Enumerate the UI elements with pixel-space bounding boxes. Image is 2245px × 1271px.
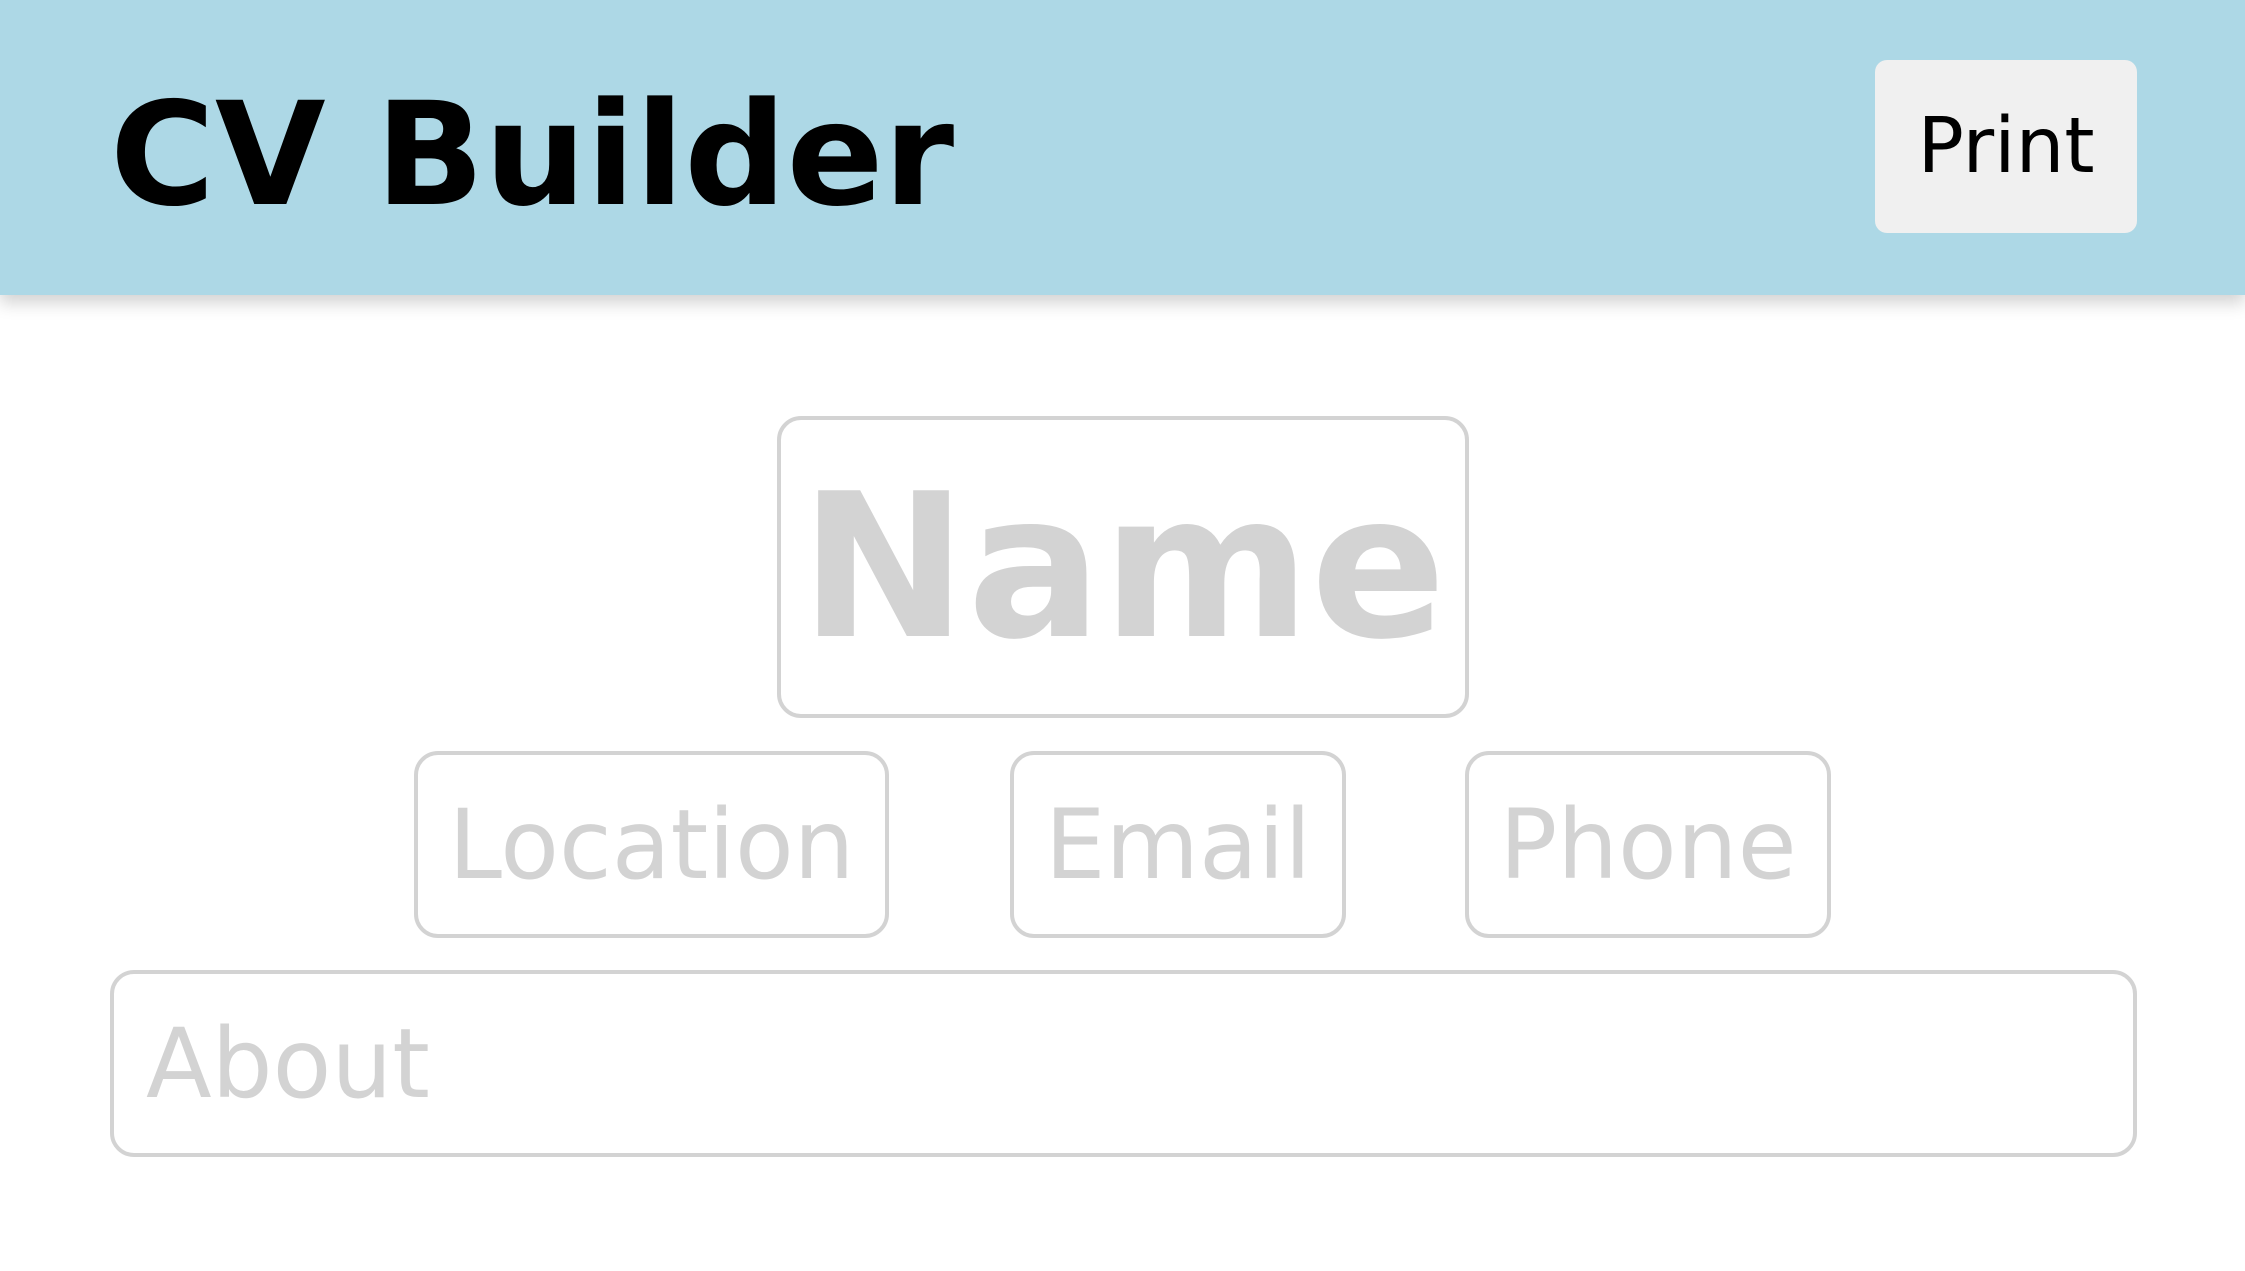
app-title: CV Builder (110, 71, 955, 238)
about-field[interactable]: About (110, 970, 2137, 1157)
email-field[interactable]: Email (1010, 751, 1346, 938)
app-header: CV Builder Print (0, 0, 2245, 295)
phone-field[interactable]: Phone (1465, 751, 1831, 938)
location-field[interactable]: Location (414, 751, 889, 938)
print-button[interactable]: Print (1875, 60, 2137, 233)
name-field[interactable]: Name (777, 416, 1469, 718)
